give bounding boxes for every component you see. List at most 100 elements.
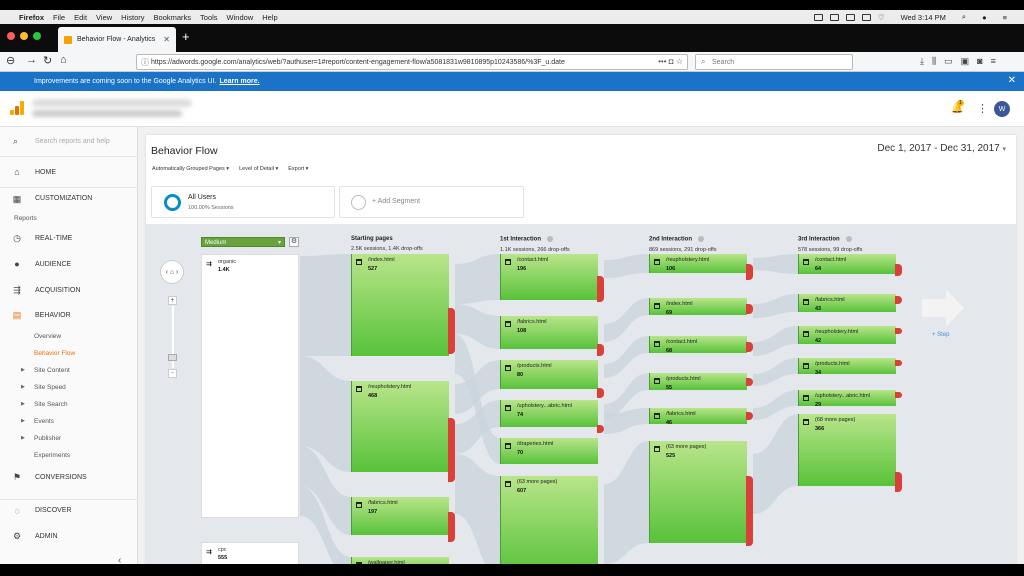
menu-tools[interactable]: Tools <box>200 13 218 22</box>
flow-node[interactable]: /wallpaper.html <box>351 557 449 564</box>
page-actions-icon[interactable]: ••• <box>658 57 666 66</box>
flow-connection[interactable] <box>753 254 798 274</box>
dropoff-marker[interactable] <box>895 392 902 398</box>
notifications-bell-icon[interactable]: 🔔 1 <box>951 100 964 114</box>
flow-node[interactable]: /fabrics.html 197 <box>351 497 449 535</box>
flow-connection[interactable] <box>604 298 649 342</box>
battery-icon[interactable] <box>861 13 871 21</box>
dropoff-marker[interactable] <box>746 342 753 352</box>
dropoff-marker[interactable] <box>597 344 604 356</box>
dropoff-marker[interactable] <box>597 388 604 398</box>
menu-help[interactable]: Help <box>262 13 277 22</box>
dropoff-marker[interactable] <box>448 512 455 542</box>
sidebar-item-audience[interactable]: ● AUDIENCE <box>0 253 138 275</box>
sidebar-subitem-events[interactable]: ▶ Events <box>21 418 54 425</box>
source-node-cpc[interactable]: ⇉ cpc 555 <box>201 542 299 564</box>
downloads-icon[interactable]: ⤓ <box>920 56 924 67</box>
flow-node[interactable]: /contact.html 68 <box>649 336 747 354</box>
sidebar-subitem-overview[interactable]: Overview <box>34 333 61 340</box>
reload-icon[interactable]: ↻ <box>43 54 52 67</box>
pocket-icon[interactable]: ◘ <box>669 57 674 66</box>
flow-node[interactable]: /fabrics.html 46 <box>649 408 747 426</box>
flow-connection[interactable] <box>753 358 798 386</box>
more-options-icon[interactable]: ⋮ <box>977 102 988 115</box>
bookmark-star-icon[interactable]: ☆ <box>676 57 683 66</box>
dropoff-marker[interactable] <box>895 264 902 276</box>
dropoff-marker[interactable] <box>746 304 753 314</box>
minimize-window-icon[interactable] <box>20 32 28 40</box>
info-icon[interactable] <box>547 236 554 242</box>
screen-icon[interactable] <box>813 13 823 21</box>
flow-connection[interactable] <box>300 254 351 356</box>
flow-node[interactable]: (63 more pages) 607 <box>500 476 598 564</box>
menu-app-name[interactable]: Firefox <box>19 13 44 22</box>
pan-home-control[interactable]: ‹ ⌂ › <box>160 260 184 284</box>
wifi-icon[interactable]: ♡ <box>878 13 885 22</box>
zoom-window-icon[interactable] <box>33 32 41 40</box>
flow-node[interactable]: (68 more pages) 366 <box>798 414 896 486</box>
account-selector-blurred[interactable] <box>32 99 192 107</box>
flow-connection[interactable] <box>604 254 649 278</box>
flow-connection[interactable] <box>753 294 798 318</box>
flow-node[interactable]: /products.html 34 <box>798 358 896 376</box>
source-node-organic[interactable]: ⇉ organic 1.4K <box>201 254 299 518</box>
sidebar-subitem-behavior-flow[interactable]: Behavior Flow <box>34 350 75 357</box>
menu-history[interactable]: History <box>121 13 144 22</box>
flow-node[interactable]: /contact.html 196 <box>500 254 598 300</box>
segment-all-users[interactable]: All Users 100.00% Sessions <box>151 186 335 218</box>
menu-edit[interactable]: Edit <box>74 13 87 22</box>
sidebar-search[interactable]: ⌕ Search reports and help <box>0 127 138 157</box>
flow-node[interactable]: /draperies.html 70 <box>500 438 598 464</box>
sidebar-item-admin[interactable]: ⚙ ADMIN <box>0 525 138 547</box>
sidebar-item-discover[interactable]: ◌ DISCOVER <box>0 499 138 521</box>
sidebar-item-behavior[interactable]: ▤ BEHAVIOR <box>0 304 138 326</box>
back-icon[interactable]: ⊖ <box>6 54 15 67</box>
dropoff-marker[interactable] <box>746 264 753 280</box>
tab-behavior-flow[interactable]: Behavior Flow - Analytics ✕ <box>58 27 176 52</box>
zoom-slider-handle[interactable] <box>168 354 177 361</box>
menu-window[interactable]: Window <box>227 13 254 22</box>
dropoff-marker[interactable] <box>895 360 902 366</box>
sidebar-item-realtime[interactable]: ◷ REAL-TIME <box>0 227 138 249</box>
flow-node[interactable]: /index.html 69 <box>649 298 747 316</box>
flow-connection[interactable] <box>455 254 500 304</box>
search-bar[interactable]: ⌕ Search <box>695 54 853 70</box>
menu-file[interactable]: File <box>53 13 65 22</box>
menu-bookmarks[interactable]: Bookmarks <box>154 13 192 22</box>
zoom-in-button[interactable]: + <box>168 296 177 305</box>
dimension-select[interactable]: Medium ▾ <box>201 237 285 247</box>
flow-node[interactable]: /index.html 527 <box>351 254 449 356</box>
sidebar-subitem-publisher[interactable]: ▶ Publisher <box>21 435 61 442</box>
library-icon[interactable]: ⫼ <box>932 56 936 67</box>
url-bar[interactable]: ⓘ https://adwords.google.com/analytics/w… <box>136 54 688 70</box>
dropoff-marker[interactable] <box>895 328 902 334</box>
sidebar-subitem-experiments[interactable]: Experiments <box>34 452 70 459</box>
close-icon[interactable]: ✕ <box>1008 75 1016 86</box>
sidebar-subitem-site-content[interactable]: ▶ Site Content <box>21 367 70 374</box>
sidebar-item-conversions[interactable]: ⚑ CONVERSIONS <box>0 466 138 488</box>
dropoff-marker[interactable] <box>746 476 753 546</box>
sidebar-item-customization[interactable]: ▦ CUSTOMIZATION <box>0 187 138 209</box>
collapse-sidebar-icon[interactable]: ‹ <box>118 555 121 564</box>
analytics-logo-icon[interactable] <box>10 101 24 115</box>
add-step-label[interactable]: + Step <box>932 332 950 338</box>
dimension-settings-gear-icon[interactable]: ⚙ <box>289 237 299 247</box>
flow-node[interactable]: /reupholstery.html 468 <box>351 381 449 472</box>
info-icon[interactable] <box>845 236 852 242</box>
dropbox-icon[interactable] <box>829 13 839 21</box>
flow-connection[interactable] <box>604 336 649 378</box>
sidebar-icon[interactable]: ▭ <box>944 56 953 67</box>
add-step-arrow-icon[interactable] <box>922 289 964 327</box>
spotlight-icon[interactable]: ⌕ <box>962 12 966 22</box>
learn-more-link[interactable]: Learn more. <box>219 78 259 85</box>
behavior-flow-diagram[interactable]: ‹ ⌂ › + - Medium ▾ ⚙ ⇉ organic 1.4K ⇉ cpc… <box>146 224 1016 564</box>
extension-icon[interactable]: ◙ <box>977 56 982 67</box>
flow-node[interactable]: (63 more pages) 525 <box>649 441 747 543</box>
close-window-icon[interactable] <box>7 32 15 40</box>
dropoff-marker[interactable] <box>597 276 604 302</box>
export-dropdown[interactable]: Export ▾ <box>288 166 308 172</box>
sidebar-subitem-site-search[interactable]: ▶ Site Search <box>21 401 68 408</box>
flow-node[interactable]: /upholstery...abric.html 29 <box>798 390 896 408</box>
screenshot-icon[interactable]: ▣ <box>961 56 970 67</box>
flow-node[interactable]: /fabrics.html 108 <box>500 316 598 349</box>
